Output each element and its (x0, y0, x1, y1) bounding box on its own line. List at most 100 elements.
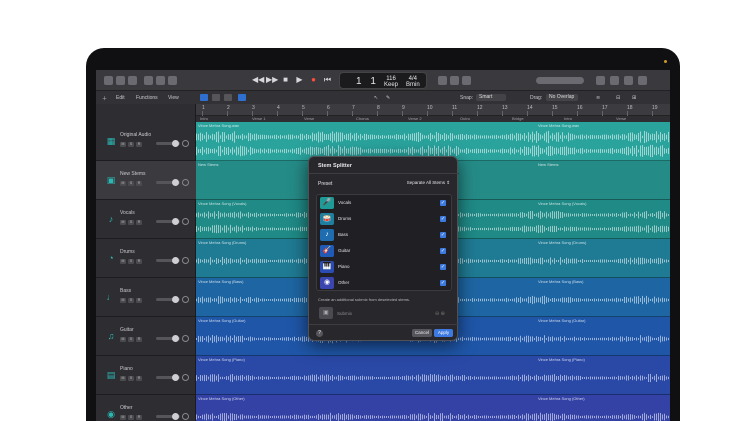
track-name[interactable]: Other (120, 405, 133, 411)
zoom-out-icon[interactable]: ⊟ (616, 95, 620, 101)
mute-button[interactable]: M (120, 142, 126, 147)
record-enable-button[interactable]: R (136, 415, 142, 420)
record-enable-button[interactable]: R (136, 181, 142, 186)
mixer-icon[interactable] (156, 76, 165, 85)
pan-knob[interactable] (182, 257, 189, 264)
record-enable-button[interactable]: R (136, 142, 142, 147)
stem-checkbox[interactable]: ✓ (440, 200, 446, 206)
flex-icon[interactable] (200, 94, 208, 101)
marker-label[interactable]: Verse (616, 116, 626, 121)
stem-row-bass[interactable]: ♪ Bass ✓ (317, 227, 451, 243)
track-name[interactable]: Bass (120, 288, 131, 294)
stem-row-guitar[interactable]: 🎸 Guitar ✓ (317, 243, 451, 259)
marker-label[interactable]: Outro (460, 116, 470, 121)
help-button[interactable]: ? (316, 330, 323, 337)
track-name[interactable]: Original Audio (120, 132, 151, 138)
record-enable-button[interactable]: R (136, 259, 142, 264)
apply-button[interactable]: Apply (434, 329, 453, 337)
track-name[interactable]: Drums (120, 249, 135, 255)
stem-row-vocals[interactable]: 🎤 Vocals ✓ (317, 195, 451, 211)
catch-icon[interactable] (212, 94, 220, 101)
stem-checkbox[interactable]: ✓ (440, 232, 446, 238)
cancel-button[interactable]: Cancel (412, 329, 432, 337)
track-header[interactable]: ♩ Bass M S R (96, 278, 196, 317)
link-icon[interactable] (224, 94, 232, 101)
tuner-icon[interactable] (438, 76, 447, 85)
drag-select[interactable]: No Overlap (546, 94, 578, 101)
marker-label[interactable]: Verse 1 (252, 116, 266, 121)
stem-checkbox[interactable]: ✓ (440, 248, 446, 254)
pan-knob[interactable] (182, 179, 189, 186)
mute-button[interactable]: M (120, 181, 126, 186)
record-enable-button[interactable]: R (136, 376, 142, 381)
lcd-display[interactable]: 1 1 116 Keep 4/4 Bmin (339, 72, 427, 89)
view-menu[interactable]: View (168, 95, 179, 101)
master-volume-slider[interactable] (536, 77, 584, 84)
add-track-icon[interactable]: ＋ (102, 95, 107, 102)
marker-label[interactable]: Intro (200, 116, 208, 121)
pan-knob[interactable] (182, 413, 189, 420)
pointer-tool-icon[interactable]: ↖ (374, 95, 378, 101)
pencil-tool-icon[interactable]: ✎ (386, 95, 390, 101)
track-header[interactable]: ▤ Piano M S R (96, 356, 196, 395)
edit-menu[interactable]: Edit (116, 95, 125, 101)
track-header[interactable]: ◔ Drums M S R (96, 239, 196, 278)
solo-button[interactable]: S (128, 259, 134, 264)
volume-knob[interactable] (172, 218, 179, 225)
pan-knob[interactable] (182, 335, 189, 342)
volume-knob[interactable] (172, 413, 179, 420)
solo-button[interactable]: S (128, 181, 134, 186)
marker-label[interactable]: Bridge (512, 116, 524, 121)
volume-knob[interactable] (172, 140, 179, 147)
marker-label[interactable]: Verse 2 (408, 116, 422, 121)
mute-button[interactable]: M (120, 259, 126, 264)
list-editors-icon[interactable] (596, 76, 605, 85)
track-name[interactable]: Vocals (120, 210, 135, 216)
record-enable-button[interactable]: R (136, 298, 142, 303)
record-enable-button[interactable]: R (136, 220, 142, 225)
rewind-button[interactable]: ◀◀ (252, 74, 264, 85)
stem-row-other[interactable]: ◉ Other ✓ (317, 275, 451, 291)
preset-select[interactable]: Separate All Stems ⇕ (404, 179, 452, 187)
solo-button[interactable]: S (128, 376, 134, 381)
submix-stepper[interactable]: ⊖ ⊕ (435, 311, 445, 317)
volume-knob[interactable] (172, 374, 179, 381)
track-header[interactable]: ♫ Guitar M S R (96, 317, 196, 356)
solo-button[interactable]: S (128, 220, 134, 225)
mute-button[interactable]: M (120, 376, 126, 381)
zoom-in-icon[interactable]: ⊞ (632, 95, 636, 101)
timeline-ruler[interactable]: 1 2 3 4 5 6 7 8 9 10 11 12 13 14 15 16 17 18 19 (196, 104, 670, 116)
volume-knob[interactable] (172, 335, 179, 342)
loop-browser-icon[interactable] (624, 76, 633, 85)
volume-knob[interactable] (172, 179, 179, 186)
track-name[interactable]: New Stems (120, 171, 146, 177)
count-in-icon[interactable] (450, 76, 459, 85)
volume-knob[interactable] (172, 296, 179, 303)
mute-button[interactable]: M (120, 298, 126, 303)
track-header[interactable]: ◉ Other M S R (96, 395, 196, 421)
stem-row-piano[interactable]: 🎹 Piano ✓ (317, 259, 451, 275)
marker-label[interactable]: Verse (304, 116, 314, 121)
browser-icon[interactable] (638, 76, 647, 85)
track-region[interactable]: Vince Mehra Song (Piano) Vince Mehra Song… (196, 356, 670, 395)
stop-button[interactable]: ■ (280, 74, 291, 85)
waveform-zoom-icon[interactable]: ≋ (596, 95, 600, 101)
record-button[interactable]: ● (308, 74, 319, 85)
solo-button[interactable]: S (128, 415, 134, 420)
pan-knob[interactable] (182, 218, 189, 225)
mute-button[interactable]: M (120, 415, 126, 420)
library-icon[interactable] (104, 76, 113, 85)
pan-knob[interactable] (182, 140, 189, 147)
stem-checkbox[interactable]: ✓ (440, 216, 446, 222)
volume-knob[interactable] (172, 257, 179, 264)
submix-row[interactable]: ▣ Submix ⊖ ⊕ (316, 307, 452, 320)
record-enable-button[interactable]: R (136, 337, 142, 342)
mute-button[interactable]: M (120, 220, 126, 225)
track-header[interactable]: ▣ New Stems M S R (96, 161, 196, 200)
notepad-icon[interactable] (610, 76, 619, 85)
track-name[interactable]: Piano (120, 366, 133, 372)
pan-knob[interactable] (182, 374, 189, 381)
metronome-icon[interactable] (462, 76, 471, 85)
mute-button[interactable]: M (120, 337, 126, 342)
solo-button[interactable]: S (128, 298, 134, 303)
